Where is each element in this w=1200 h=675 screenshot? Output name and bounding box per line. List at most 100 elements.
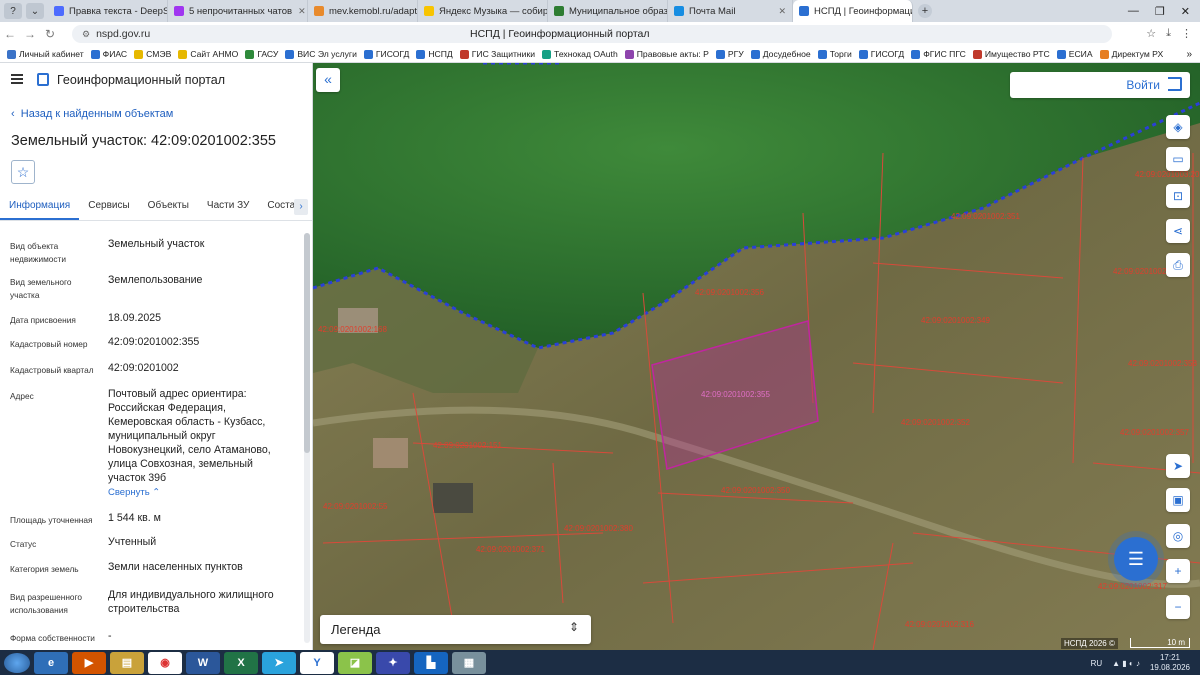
- bookmark-item[interactable]: ГИСОГД: [363, 49, 409, 59]
- tray-icons[interactable]: ▲ ▮ ◐ ♪: [1112, 659, 1140, 668]
- parcel-label[interactable]: 42:09:0201002:350: [721, 486, 791, 495]
- panel-scrollbar[interactable]: [304, 233, 310, 643]
- back-nav-icon[interactable]: ←: [0, 27, 20, 41]
- bookmark-item[interactable]: Технокад OAuth: [542, 49, 618, 59]
- parcel-label[interactable]: 42:09:0201002:317: [1098, 582, 1168, 591]
- bookmarks-more-icon[interactable]: »: [1186, 49, 1200, 60]
- app-icon[interactable]: ◪: [338, 651, 372, 674]
- bookmark-item[interactable]: ВИС Эл услуги: [285, 49, 357, 59]
- bookmark-item[interactable]: ЕСИА: [1056, 49, 1093, 59]
- parcel-label[interactable]: 42:09:0201002:351: [951, 212, 1021, 221]
- tab-search-icon[interactable]: ?: [4, 3, 22, 19]
- parcel-label[interactable]: 42:09:0201002:371: [476, 545, 546, 554]
- url-field[interactable]: ⚙ nspd.gov.ru НСПД | Геоинформационный п…: [72, 25, 1112, 43]
- collapse-panel-icon[interactable]: «: [316, 68, 340, 92]
- maximize-icon[interactable]: ❐: [1155, 5, 1165, 18]
- close-tab-icon[interactable]: ✕: [772, 6, 786, 17]
- panel-tab[interactable]: Объекты: [139, 193, 198, 220]
- back-to-results-link[interactable]: ‹ Назад к найденным объектам: [11, 108, 173, 120]
- forward-nav-icon[interactable]: →: [20, 27, 40, 41]
- share-icon[interactable]: ⋖: [1166, 219, 1190, 243]
- app-icon-4[interactable]: ▦: [452, 651, 486, 674]
- legend-dropdown[interactable]: Легенда ⇕: [320, 615, 591, 644]
- browser-tab[interactable]: 5 непрочитанных чатов ✕: [168, 0, 308, 22]
- parcel-label[interactable]: 42:09:0201002:352: [901, 418, 971, 427]
- panel-tab[interactable]: Информация: [0, 193, 80, 220]
- menu-icon[interactable]: [11, 74, 23, 84]
- bookmark-item[interactable]: ГАСУ: [245, 49, 278, 59]
- parcel-label[interactable]: 42:09:0201002:55: [323, 502, 388, 511]
- bookmark-item[interactable]: Сайт АНМО: [178, 49, 238, 59]
- start-button[interactable]: [4, 652, 30, 673]
- bookmark-item[interactable]: Личный кабинет: [7, 49, 84, 59]
- download-icon[interactable]: ⤓: [1166, 27, 1171, 40]
- explorer-icon[interactable]: ▤: [110, 651, 144, 674]
- parcel-label[interactable]: 42:09:0201002:380: [564, 524, 634, 533]
- clock[interactable]: 17:21 19.08.2026: [1150, 653, 1190, 673]
- bookmark-star-icon[interactable]: ☆: [1146, 27, 1156, 40]
- bookmark-item[interactable]: ГИС Защитники: [459, 49, 535, 59]
- browser-tab[interactable]: Почта Mail ✕: [668, 0, 793, 22]
- close-window-icon[interactable]: ✕: [1181, 5, 1190, 18]
- parcel-label[interactable]: 42:09:0201002:316: [905, 620, 975, 629]
- browser-tab[interactable]: Муниципальное образов✕: [548, 0, 668, 22]
- zoom-in-icon[interactable]: +: [1166, 559, 1190, 583]
- browser-tab[interactable]: НСПД | Геоинформацио✕: [793, 0, 913, 22]
- map-view[interactable]: 42:09:0201003:20 42:09:0201002:351 42:09:0…: [313, 63, 1200, 650]
- select-area-icon[interactable]: ⊡: [1166, 184, 1190, 208]
- app-icon-2[interactable]: ✦: [376, 651, 410, 674]
- parcel-label[interactable]: 42:09:0201002:356: [695, 288, 765, 297]
- ie-icon[interactable]: e: [34, 651, 68, 674]
- parcel-label[interactable]: 42:09:0201003:20: [1135, 170, 1200, 179]
- bookmark-item[interactable]: ФГИС ПГС: [911, 49, 966, 59]
- bookmark-item[interactable]: Директум РХ: [1099, 49, 1163, 59]
- bookmark-item[interactable]: Правовые акты: Р: [624, 49, 709, 59]
- media-player-icon[interactable]: ▶: [72, 651, 106, 674]
- chat-support-icon[interactable]: ☰: [1114, 537, 1158, 581]
- bookmark-item[interactable]: Имущество РТС: [972, 49, 1050, 59]
- site-info-icon[interactable]: ⚙: [82, 29, 90, 40]
- locate-icon[interactable]: ◎: [1166, 524, 1190, 548]
- browser-tab[interactable]: Яндекс Музыка — собира✕: [418, 0, 548, 22]
- print-icon[interactable]: ⎙: [1166, 253, 1190, 277]
- word-icon[interactable]: W: [186, 651, 220, 674]
- bookmark-item[interactable]: НСПД: [416, 49, 453, 59]
- browser-tab[interactable]: mev.kemobl.ru/adapter-w✕: [308, 0, 418, 22]
- minimize-icon[interactable]: —: [1128, 5, 1139, 18]
- reload-icon[interactable]: ↻: [40, 27, 60, 41]
- collapse-address-link[interactable]: Свернуть ⌃: [108, 487, 160, 498]
- close-tab-icon[interactable]: ✕: [292, 6, 306, 17]
- minimap-icon[interactable]: ▣: [1166, 488, 1190, 512]
- login-button[interactable]: Войти: [1010, 72, 1190, 98]
- chrome-icon[interactable]: ◉: [148, 651, 182, 674]
- parcel-label[interactable]: 42:09:0201002:358: [1128, 359, 1198, 368]
- layers-icon[interactable]: ◈: [1166, 115, 1190, 139]
- bookmark-item[interactable]: ФИАС: [90, 49, 127, 59]
- panel-tab[interactable]: Сервисы: [79, 193, 138, 220]
- telegram-icon[interactable]: ➤: [262, 651, 296, 674]
- excel-icon[interactable]: X: [224, 651, 258, 674]
- bookmark-item[interactable]: РГУ: [715, 49, 744, 59]
- browser-menu-icon[interactable]: ⋮: [1181, 27, 1192, 40]
- language-indicator[interactable]: RU: [1091, 659, 1103, 668]
- scrollbar-thumb[interactable]: [304, 233, 310, 453]
- bookmark-item[interactable]: СМЭВ: [134, 49, 171, 59]
- bookmark-item[interactable]: Торги: [817, 49, 852, 59]
- bookmark-item[interactable]: ГИСОГД: [858, 49, 904, 59]
- parcel-label[interactable]: 42:09:0201002:357: [1120, 428, 1190, 437]
- parcel-label[interactable]: 42:09:0201002:349: [921, 316, 991, 325]
- browser-tab[interactable]: Правка текста - DeepSeek✕: [48, 0, 168, 22]
- app-icon-3[interactable]: ▙: [414, 651, 448, 674]
- parcel-label[interactable]: 42:09:0201002:168: [318, 325, 388, 334]
- yandex-browser-icon[interactable]: Y: [300, 651, 334, 674]
- map-canvas[interactable]: 42:09:0201003:20 42:09:0201002:351 42:09:0…: [313, 63, 1200, 650]
- new-tab-button[interactable]: +: [918, 4, 932, 18]
- tabs-scroll-right-icon[interactable]: ›: [294, 199, 308, 215]
- parcel-label[interactable]: 42:09:0201002:355: [701, 390, 771, 399]
- panel-tab[interactable]: Части ЗУ: [198, 193, 258, 220]
- ruler-icon[interactable]: ▭: [1166, 147, 1190, 171]
- parcel-label[interactable]: 42:09:0201002:151: [433, 441, 503, 450]
- bookmark-item[interactable]: Досудебное: [750, 49, 811, 59]
- favorite-star-icon[interactable]: ☆: [11, 160, 35, 184]
- navigate-icon[interactable]: ➤: [1166, 454, 1190, 478]
